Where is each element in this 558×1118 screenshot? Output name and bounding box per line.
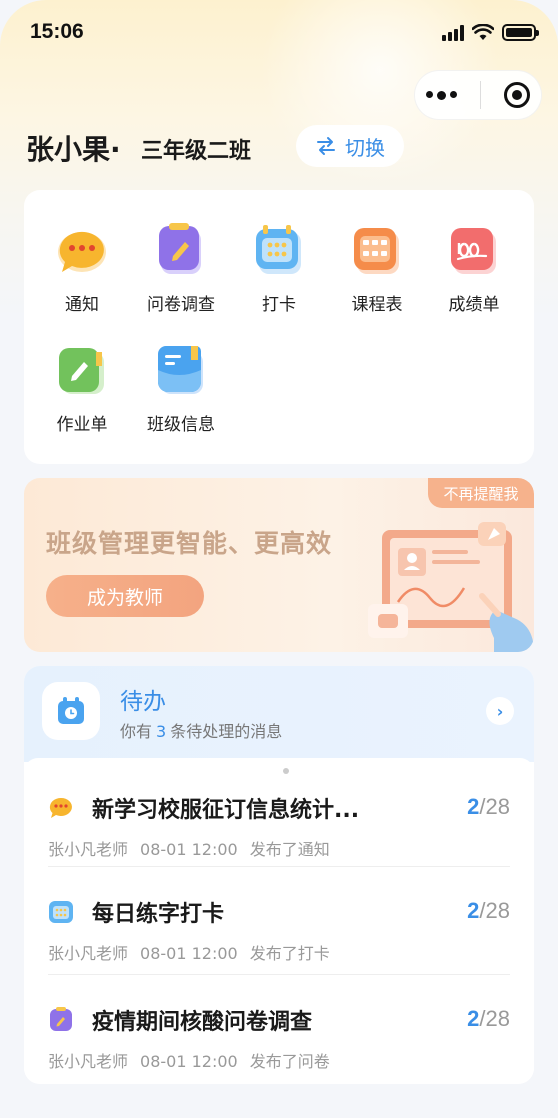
todo-item[interactable]: 每日练字打卡 2/28 张小凡老师 08-01 12:00 发布了打卡 [48,878,510,982]
wifi-icon [472,24,494,40]
dismiss-banner-button[interactable]: 不再提醒我 [428,478,534,508]
status-icons [442,24,539,41]
status-time: 15:06 [30,20,84,43]
more-icon[interactable] [426,90,458,100]
calendar-checkin-icon [251,222,307,278]
teacher-board-illustration [368,522,534,652]
close-miniprogram-icon[interactable] [503,82,530,108]
battery-icon [502,24,539,41]
chevron-right-icon[interactable]: › [486,697,514,725]
feature-questionnaire[interactable]: 问卷调查 [133,222,229,315]
feature-class-info[interactable]: 班级信息 [133,342,229,435]
feature-label: 打卡 [262,295,296,315]
switch-label: 切换 [345,135,385,160]
feature-label: 问卷调查 [147,295,215,315]
feature-scorecard[interactable]: 成绩单 [426,222,522,315]
todo-header[interactable]: 待办 你有 3 条待处理的消息 › [24,666,534,762]
become-teacher-button[interactable]: 成为教师 [46,575,204,617]
feature-label: 成绩单 [448,295,500,315]
switch-student-button[interactable]: 切换 [296,125,404,167]
questionnaire-icon [153,222,209,278]
feature-homework[interactable]: 作业单 [34,342,130,435]
feature-checkin[interactable]: 打卡 [231,222,327,315]
banner-title: 班级管理更智能、更高效 [46,529,333,558]
feature-timetable[interactable]: 课程表 [329,222,425,315]
app-screen: 15:06 张小果· 三年级二班 切换 通知 问卷调查 打卡 课程表 成绩单 作… [0,0,558,1118]
become-teacher-banner: 不再提醒我 班级管理更智能、更高效 成为教师 [24,478,534,652]
todo-sub-suffix: 条待处理的消息 [170,722,283,741]
todo-item[interactable]: 疫情期间核酸问卷调查 2/28 张小凡老师 08-01 12:00 发布了问卷 [48,986,510,1084]
todo-title: 待办 [120,689,166,715]
score-100-icon [446,222,502,278]
todo-item-title: 每日练字打卡 [92,902,225,927]
todo-card: 待办 你有 3 条待处理的消息 › 新学习校服征订信息统计... 2/28 张小凡老… [24,666,534,1084]
divider [48,974,510,975]
chat-bubble-icon [54,222,110,278]
todo-sub-prefix: 你有 [120,722,153,741]
todo-item-meta: 张小凡老师 08-01 12:00 发布了通知 [48,840,330,859]
chat-bubble-icon [49,797,72,818]
calendar-clock-icon [58,697,84,724]
feature-label: 作业单 [56,415,108,435]
divider [48,866,510,867]
todo-item-title: 新学习校服征订信息统计... [92,798,360,823]
todo-item-count: 2/28 [467,794,510,819]
homework-notebook-icon [54,342,110,398]
todo-item-meta: 张小凡老师 08-01 12:00 发布了打卡 [48,944,330,963]
todo-item-count: 2/28 [467,898,510,923]
feature-grid: 通知 问卷调查 打卡 课程表 成绩单 作业单 班级信息 [24,190,534,464]
signal-icon [442,24,464,41]
swap-arrows-icon [317,137,335,155]
student-name: 张小果· [26,133,121,166]
feature-label: 课程表 [351,295,403,315]
todo-subtitle: 你有 3 条待处理的消息 [120,718,282,742]
miniprogram-capsule [414,70,542,120]
questionnaire-icon [50,1007,72,1031]
calendar-checkin-icon [49,901,73,923]
todo-item-count: 2/28 [467,1006,510,1031]
feature-label: 通知 [65,295,99,315]
todo-icon-wrap [42,682,100,740]
todo-item[interactable]: 新学习校服征订信息统计... 2/28 张小凡老师 08-01 12:00 发布了通… [48,774,510,878]
feature-notice[interactable]: 通知 [34,222,130,315]
todo-count: 3 [156,722,167,741]
class-name: 三年级二班 [141,139,252,164]
timetable-icon [349,222,405,278]
todo-item-title: 疫情期间核酸问卷调查 [92,1010,313,1035]
todo-item-meta: 张小凡老师 08-01 12:00 发布了问卷 [48,1052,330,1071]
feature-label: 班级信息 [147,415,215,435]
class-info-folder-icon [153,342,209,398]
